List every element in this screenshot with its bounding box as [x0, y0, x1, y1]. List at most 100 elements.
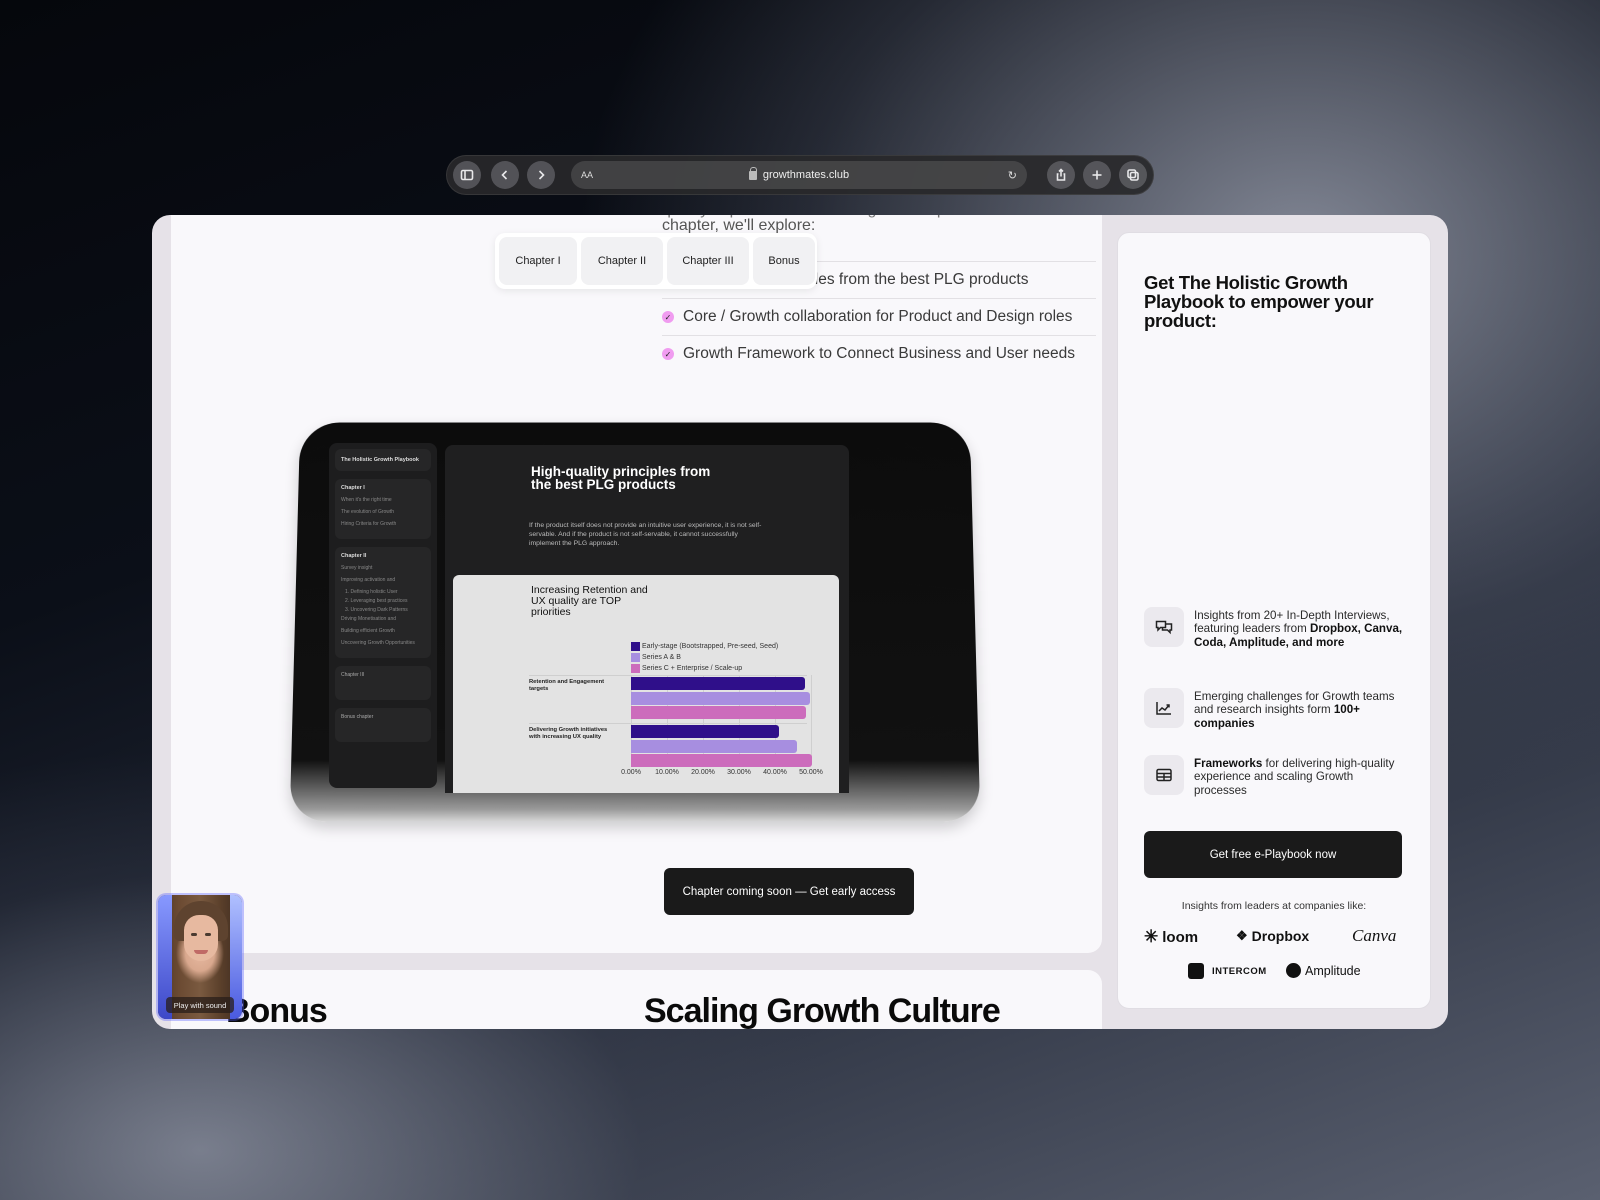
text-size-button[interactable]: AA [581, 170, 593, 180]
next-section: Bonus Scaling Growth Culture [171, 970, 1102, 1029]
play-with-sound-button[interactable]: Play with sound [166, 997, 234, 1013]
ebook-chapter-title: Chapter I [341, 485, 365, 491]
new-tab-button[interactable] [1083, 161, 1111, 189]
chart-plot-area [631, 675, 813, 767]
ebook-toc-item: Survey insight [341, 565, 373, 571]
dropbox-icon: ❖ [1236, 928, 1248, 943]
intercom-icon [1188, 963, 1204, 979]
bar [631, 739, 797, 753]
dropbox-logo: ❖ Dropbox [1236, 928, 1309, 944]
logo-text: Canva [1352, 926, 1397, 945]
address-bar[interactable]: AA growthmates.club ↻ [571, 161, 1027, 189]
canva-logo: Canva [1352, 926, 1396, 946]
ebook-chapter-group: Bonus chapter [335, 708, 431, 742]
ebook-page: High-quality principles from the best PL… [445, 445, 849, 793]
video-thumbnail[interactable]: Play with sound [158, 895, 242, 1019]
legend-item: Series C + Enterprise / Scale-up [631, 663, 778, 674]
table-icon [1144, 755, 1184, 795]
tabs-overview-button[interactable] [1119, 161, 1147, 189]
feature-item: Insights from 20+ In-Depth Interviews, f… [1144, 607, 1406, 649]
legend-item: Series A & B [631, 652, 778, 663]
checklist-item-text: Core / Growth collaboration for Product … [683, 308, 1073, 325]
share-button[interactable] [1047, 161, 1075, 189]
feature-text: Insights from 20+ In-Depth Interviews, f… [1194, 609, 1403, 649]
bar [631, 691, 810, 705]
logo-text: INTERCOM [1212, 965, 1267, 977]
video-frame-eye [191, 933, 197, 936]
tab-chapter-3[interactable]: Chapter III [667, 237, 749, 285]
ebook-toc-item: 3. Uncovering Dark Patterns [345, 607, 408, 613]
category-label: Retention and Engagement targets [529, 679, 605, 692]
legend-item: Early-stage (Bootstrapped, Pre-seed, See… [631, 641, 778, 652]
chapter-tabs: Chapter I Chapter II Chapter III Bonus [495, 233, 817, 289]
legend-label: Early-stage (Bootstrapped, Pre-seed, See… [642, 643, 779, 650]
share-icon [1056, 168, 1066, 181]
bar [631, 725, 779, 738]
back-button[interactable] [491, 161, 519, 189]
ebook-toc-item: Improving activation and [341, 577, 396, 583]
web-page: quality experience and scaling Growth pr… [152, 215, 1448, 1029]
ebook-chapter-group: Chapter I When it's the right time The e… [335, 479, 431, 539]
ebook-title-item: The Holistic Growth Playbook [335, 449, 431, 471]
lock-icon [748, 166, 758, 180]
tab-bonus[interactable]: Bonus [753, 237, 815, 285]
x-tick-label: 20.00% [691, 769, 715, 776]
get-playbook-button[interactable]: Get free e-Playbook now [1144, 831, 1402, 878]
legend-label: Series C + Enterprise / Scale-up [642, 665, 743, 672]
signup-title: Get The Holistic Growth Playbook to empo… [1144, 272, 1374, 331]
video-frame-eye [205, 933, 211, 936]
check-icon: ✓ [662, 348, 674, 360]
ebook-toc-item: When it's the right time [341, 497, 392, 503]
legend-swatch [631, 653, 640, 662]
tabs-overview-icon [1127, 169, 1139, 181]
back-icon [501, 170, 508, 180]
chart-legend: Early-stage (Bootstrapped, Pre-seed, See… [631, 641, 778, 674]
reload-icon[interactable]: ↻ [1008, 169, 1017, 182]
feature-text: Frameworks for delivering high-quality e… [1194, 757, 1395, 797]
category-label: Delivering Growth initiatives with incre… [529, 727, 608, 740]
check-icon: ✓ [662, 311, 674, 323]
video-frame-mouth [194, 950, 208, 954]
x-tick-label: 30.00% [727, 769, 751, 776]
checklist-item: ✓ Growth Framework to Connect Business a… [662, 335, 1096, 372]
feature-item: Emerging challenges for Growth teams and… [1144, 688, 1406, 730]
tab-chapter-2[interactable]: Chapter II [581, 237, 663, 285]
new-tab-icon [1092, 170, 1102, 180]
gridline [811, 675, 812, 765]
forward-button[interactable] [527, 161, 555, 189]
chapter-section: quality experience and scaling Growth pr… [171, 215, 1102, 953]
ebook-title: The Holistic Growth Playbook [341, 457, 419, 463]
x-tick-label: 0.00% [621, 769, 641, 776]
logo-text: Amplitude [1305, 963, 1361, 978]
checklist-item-text: Growth Framework to Connect Business and… [683, 345, 1075, 362]
ebook-toc-item: Driving Monetisation and [341, 616, 397, 622]
loom-logo: ✳ loom [1144, 927, 1198, 947]
ebook-chapter-group: Chapter II Survey insight Improving acti… [335, 547, 431, 658]
ebook-toc-item: 2. Leveraging best practices [345, 598, 408, 604]
ebook-page-description: If the product itself does not provide a… [529, 522, 762, 547]
browser-toolbar: AA growthmates.club ↻ [446, 155, 1154, 195]
tablet-mockup: The Holistic Growth Playbook Chapter I W… [289, 419, 981, 822]
amplitude-icon [1286, 963, 1301, 978]
feature-item: Frameworks for delivering high-quality e… [1144, 755, 1406, 797]
ebook-chapter-title: Bonus chapter [341, 714, 374, 720]
logo-text: loom [1162, 928, 1199, 946]
chart-title: Increasing Retention and UX quality are … [531, 584, 648, 618]
tab-chapter-1[interactable]: Chapter I [499, 237, 577, 285]
legend-label: Series A & B [642, 654, 681, 661]
ebook-toc-item: The evolution of Growth [341, 509, 395, 515]
sidebar-toggle-button[interactable] [453, 161, 481, 189]
legend-swatch [631, 664, 640, 673]
early-access-button[interactable]: Chapter coming soon — Get early access [664, 868, 914, 915]
ebook-toc-item: Uncovering Growth Opportunities [341, 640, 415, 646]
bar [631, 677, 805, 690]
checklist-item: ✓ Core / Growth collaboration for Produc… [662, 298, 1096, 335]
bar [631, 754, 813, 767]
url-text: growthmates.club [762, 169, 850, 181]
ebook-page-title: High-quality principles from the best PL… [531, 464, 711, 492]
companies-label: Insights from leaders at companies like: [1181, 900, 1367, 912]
section-heading: Scaling Growth Culture [644, 992, 1001, 1029]
loom-icon: ✳ [1144, 927, 1159, 946]
ebook-toc-item: Hiring Criteria for Growth [341, 521, 397, 527]
chart-card: Increasing Retention and UX quality are … [453, 575, 839, 793]
